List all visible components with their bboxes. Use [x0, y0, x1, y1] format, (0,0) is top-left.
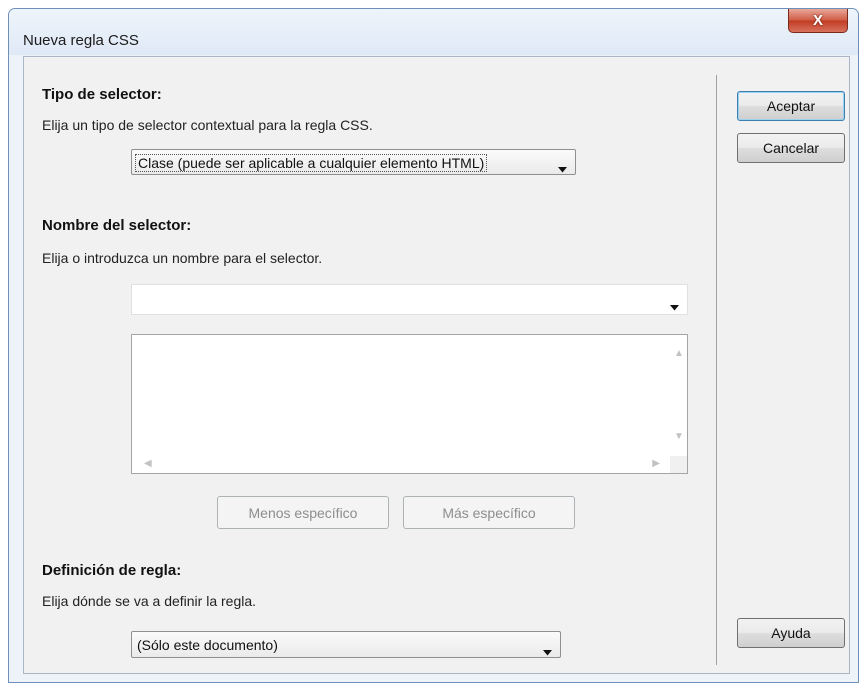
close-button[interactable]: X	[788, 9, 848, 33]
ok-button[interactable]: Aceptar	[737, 91, 845, 121]
cancel-button[interactable]: Cancelar	[737, 133, 845, 163]
chevron-down-icon[interactable]	[670, 298, 679, 314]
scroll-corner	[670, 456, 687, 473]
rule-definition-heading: Definición de regla:	[42, 562, 182, 579]
selector-type-select[interactable]: Clase (puede ser aplicable a cualquier e…	[131, 149, 576, 175]
dialog-content: Tipo de selector: Elija un tipo de selec…	[23, 56, 850, 674]
selector-name-combobox[interactable]	[131, 284, 688, 315]
scroll-up-icon[interactable]: ▲	[674, 349, 684, 359]
title-bar[interactable]: Nueva regla CSS X	[9, 9, 858, 55]
selector-preview-list[interactable]: ▲ ▼ ◀ ▶	[131, 334, 688, 474]
selector-type-hint: Elija un tipo de selector contextual par…	[42, 117, 373, 133]
vertical-divider	[716, 75, 717, 665]
rule-definition-hint: Elija dónde se va a definir la regla.	[42, 593, 257, 609]
selector-type-heading: Tipo de selector:	[42, 86, 162, 103]
selector-name-hint: Elija o introduzca un nombre para el sel…	[42, 250, 323, 266]
rule-definition-select[interactable]: (Sólo este documento)	[131, 631, 561, 658]
chevron-down-icon	[543, 643, 552, 659]
selector-type-value: Clase (puede ser aplicable a cualquier e…	[135, 154, 488, 172]
rule-definition-value: (Sólo este documento)	[137, 637, 278, 653]
horizontal-scrollbar[interactable]: ◀ ▶	[132, 456, 670, 473]
less-specific-button[interactable]: Menos específico	[217, 496, 389, 529]
dialog-window: Nueva regla CSS X Tipo de selector: Elij…	[8, 8, 859, 683]
vertical-scrollbar[interactable]: ▲ ▼	[670, 335, 687, 456]
chevron-down-icon	[558, 160, 567, 176]
scroll-left-icon[interactable]: ◀	[144, 459, 152, 469]
selector-name-heading: Nombre del selector:	[42, 217, 192, 234]
dialog-title: Nueva regla CSS	[23, 32, 139, 49]
help-button[interactable]: Ayuda	[737, 618, 845, 648]
close-icon: X	[812, 12, 823, 29]
scroll-down-icon[interactable]: ▼	[674, 432, 684, 442]
more-specific-button[interactable]: Más específico	[403, 496, 575, 529]
scroll-right-icon[interactable]: ▶	[652, 459, 660, 469]
